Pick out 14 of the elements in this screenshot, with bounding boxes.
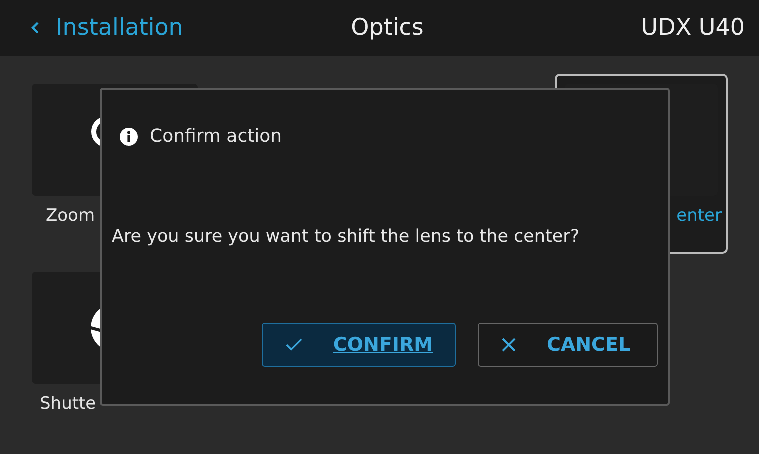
check-icon [285,337,304,353]
cancel-button[interactable]: CANCEL [478,323,658,367]
back-chevron-icon [30,21,40,35]
dialog-title: Confirm action [150,126,282,147]
info-icon [120,128,138,146]
page-title: Optics [351,15,424,41]
tile-label: Zoom [45,205,96,226]
close-icon [501,337,517,353]
tile-label: Shutte [39,393,98,414]
dialog-message: Are you sure you want to shift the lens to the center? [112,227,581,247]
back-button[interactable]: Installation [30,15,184,41]
confirm-button[interactable]: CONFIRM [262,323,456,367]
tile-label: enter [676,205,723,226]
device-name: UDX U40 [641,15,745,41]
